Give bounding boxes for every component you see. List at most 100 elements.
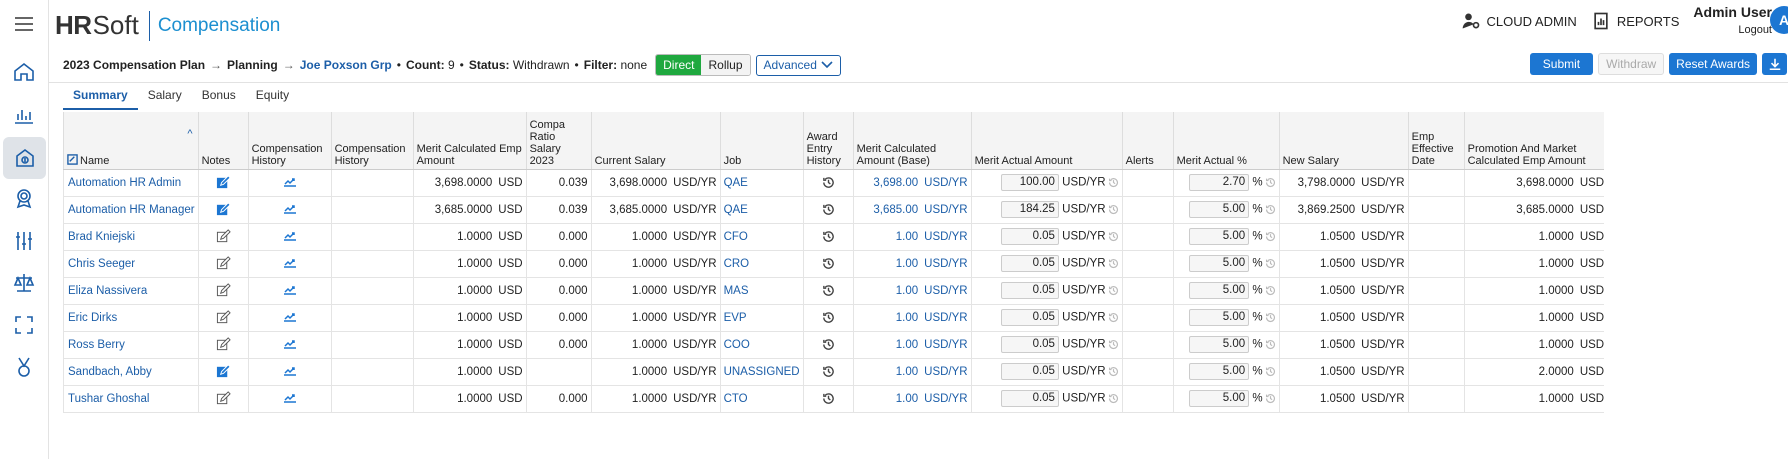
col-award-history[interactable]: Award Entry History [802,112,854,170]
tab-bonus[interactable]: Bonus [192,84,246,110]
col-promo-market[interactable]: Promotion And Market Calculated Emp Amou… [1463,112,1605,170]
history-icon[interactable] [1263,393,1276,405]
merit-pct-input[interactable]: 5.00 [1189,255,1250,272]
history-icon[interactable] [802,250,854,278]
job-link[interactable]: CRO [719,250,804,278]
job-link[interactable]: MAS [719,277,804,305]
col-new-salary[interactable]: New Salary [1278,112,1409,170]
col-merit-actual[interactable]: Merit Actual Amount [970,112,1123,170]
merit-pct-input[interactable]: 5.00 [1189,336,1250,353]
reports-link[interactable]: REPORTS [1591,11,1679,31]
history-icon[interactable] [1263,258,1276,270]
history-icon[interactable] [802,277,854,305]
merit-pct-input[interactable]: 5.00 [1189,309,1250,326]
history-icon[interactable] [1106,285,1119,297]
employee-name-link[interactable]: Ross Berry [63,331,199,359]
table-row[interactable]: Automation HR Manager 3,685.0000 USD 0.03… [63,196,1605,224]
merit-actual-input[interactable]: 0.05 [1000,336,1059,353]
history-icon[interactable] [1106,204,1119,216]
analytics-icon[interactable] [0,95,48,135]
col-alerts[interactable]: Alerts [1121,112,1174,170]
withdraw-button[interactable]: Withdraw [1598,53,1665,75]
merit-actual-input[interactable]: 0.05 [1000,390,1059,407]
cloud-admin-link[interactable]: CLOUD ADMIN [1461,11,1577,31]
advanced-dropdown[interactable]: Advanced [755,54,841,76]
note-filled-icon[interactable] [197,358,249,386]
trend-chart-icon[interactable] [247,304,332,332]
merit-actual-input[interactable]: 100.00 [1000,174,1059,191]
history-icon[interactable] [1106,258,1119,270]
trend-chart-icon[interactable] [247,277,332,305]
trend-chart-icon[interactable] [247,223,332,251]
employee-name-link[interactable]: Sandbach, Abby [63,358,199,386]
note-filled-icon[interactable] [197,196,249,224]
direct-button[interactable]: Direct [656,55,702,75]
history-icon[interactable] [1263,177,1276,189]
trend-chart-icon[interactable] [247,385,332,413]
col-merit-pct[interactable]: Merit Actual % [1172,112,1280,170]
job-link[interactable]: CTO [719,385,804,413]
reset-awards-button[interactable]: Reset Awards [1669,53,1757,75]
trend-chart-icon[interactable] [247,196,332,224]
history-icon[interactable] [802,385,854,413]
merit-pct-input[interactable]: 5.00 [1189,390,1250,407]
group-link[interactable]: Joe Poxson Grp [300,58,392,72]
medal-icon[interactable] [0,347,48,387]
merit-pct-input[interactable]: 2.70 [1189,174,1250,191]
col-merit-calc-base[interactable]: Merit Calculated Amount (Base) [852,112,972,170]
history-icon[interactable] [1263,366,1276,378]
employee-name-link[interactable]: Automation HR Manager [63,196,199,224]
merit-actual-input[interactable]: 0.05 [1000,363,1059,380]
trend-chart-icon[interactable] [247,169,332,197]
home-icon[interactable] [0,52,48,92]
table-row[interactable]: Ross Berry 1.0000 USD 0.000 1.0000 USD/YR … [63,331,1605,359]
merit-pct-input[interactable]: 5.00 [1189,228,1250,245]
col-name[interactable]: Name ^ [63,112,199,170]
note-filled-icon[interactable] [197,169,249,197]
history-icon[interactable] [1106,339,1119,351]
tab-summary[interactable]: Summary [63,84,138,110]
history-icon[interactable] [802,196,854,224]
col-compa-ratio[interactable]: Compa Ratio Salary 2023 [525,112,592,170]
history-icon[interactable] [802,304,854,332]
merit-actual-input[interactable]: 0.05 [1000,282,1059,299]
trend-chart-icon[interactable] [247,358,332,386]
sort-caret-icon[interactable]: ^ [187,128,192,140]
job-link[interactable]: EVP [719,304,804,332]
merit-pct-input[interactable]: 5.00 [1189,282,1250,299]
logout-link[interactable]: Logout [1693,21,1772,39]
job-link[interactable]: CFO [719,223,804,251]
note-empty-icon[interactable] [197,304,249,332]
history-icon[interactable] [1263,204,1276,216]
history-icon[interactable] [1106,231,1119,243]
job-link[interactable]: QAE [719,169,804,197]
compensation-icon[interactable] [3,137,46,179]
employee-name-link[interactable]: Eric Dirks [63,304,199,332]
table-row[interactable]: Eric Dirks 1.0000 USD 0.000 1.0000 USD/YR … [63,304,1605,332]
note-empty-icon[interactable] [197,331,249,359]
table-row[interactable]: Brad Kniejski 1.0000 USD 0.000 1.0000 USD/… [63,223,1605,251]
rollup-button[interactable]: Rollup [701,55,750,75]
merit-pct-input[interactable]: 5.00 [1189,363,1250,380]
trend-chart-icon[interactable] [247,331,332,359]
col-comp-history[interactable]: Compensation History [247,112,332,170]
merit-actual-input[interactable]: 0.05 [1000,255,1059,272]
history-icon[interactable] [1263,339,1276,351]
history-icon[interactable] [1263,231,1276,243]
history-icon[interactable] [1106,177,1119,189]
history-icon[interactable] [802,331,854,359]
trend-chart-icon[interactable] [247,250,332,278]
col-merit-calc-emp[interactable]: Merit Calculated Emp Amount [412,112,527,170]
col-current-salary[interactable]: Current Salary [590,112,721,170]
table-row[interactable]: Automation HR Admin 3,698.0000 USD 0.039 … [63,169,1605,197]
history-icon[interactable] [1106,312,1119,324]
note-empty-icon[interactable] [197,250,249,278]
history-icon[interactable] [1263,312,1276,324]
edit-columns-icon[interactable] [67,153,80,167]
download-button[interactable] [1762,53,1787,75]
employee-name-link[interactable]: Tushar Ghoshal [63,385,199,413]
history-icon[interactable] [1106,393,1119,405]
balance-icon[interactable] [0,263,48,303]
table-row[interactable]: Tushar Ghoshal 1.0000 USD 0.000 1.0000 USD… [63,385,1605,413]
job-link[interactable]: QAE [719,196,804,224]
